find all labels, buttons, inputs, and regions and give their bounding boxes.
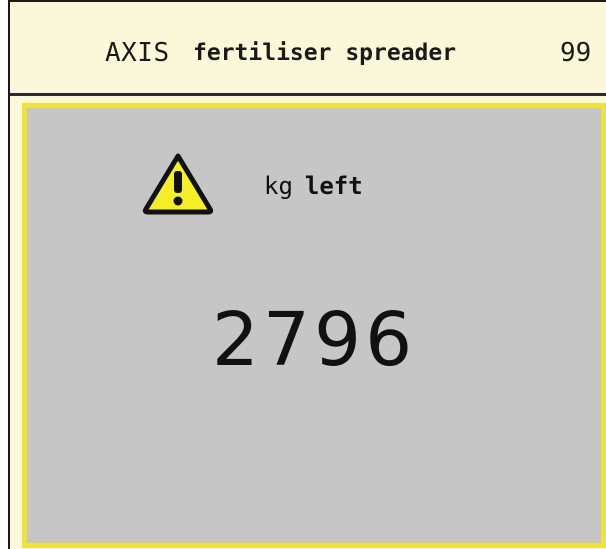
brand-label: AXIS	[105, 38, 170, 68]
header-bar: AXIS fertiliser spreader 99	[10, 2, 606, 96]
alarm-message: kg left	[264, 172, 363, 200]
page-title: fertiliser spreader	[193, 40, 457, 66]
unit-label: kg	[264, 172, 293, 200]
remaining-value: 2796	[211, 297, 417, 383]
message-label: left	[304, 172, 363, 200]
warning-icon	[142, 153, 214, 215]
alarm-panel: kg left 2796	[22, 103, 606, 548]
screen-code: 99	[560, 38, 592, 68]
display-screen: AXIS fertiliser spreader 99 kg left 2796	[8, 0, 606, 549]
